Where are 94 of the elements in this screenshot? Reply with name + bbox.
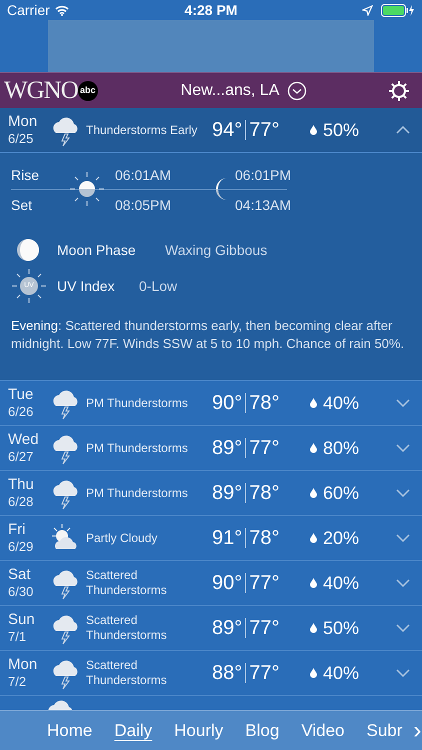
high-temp: 88° <box>212 661 242 686</box>
day-label: Fri <box>8 520 26 540</box>
raindrop-icon <box>310 533 317 543</box>
high-temp: 89° <box>212 436 242 461</box>
precip-chance: 40% <box>323 572 360 594</box>
high-temp: 91° <box>212 526 242 551</box>
high-temp: 94° <box>212 118 242 143</box>
uv-index-value: 0-Low <box>139 276 178 296</box>
day-label: Wed <box>8 430 40 450</box>
date-label: 6/27 <box>8 449 34 466</box>
low-temp: 78° <box>249 526 280 551</box>
raindrop-icon <box>310 668 317 678</box>
sun-icon <box>69 171 105 207</box>
day-label: Sat <box>8 566 32 584</box>
location-arrow-icon <box>362 4 373 16</box>
day-label: Mon <box>8 656 38 674</box>
nav-tab[interactable]: Video <box>290 718 356 744</box>
condition-label: PM Thunderstorms <box>85 440 189 456</box>
high-temp: 89° <box>212 481 242 506</box>
set-label: Set <box>11 196 32 215</box>
condition-label: PM Thunderstorms <box>85 486 189 500</box>
chevron-down-icon <box>396 444 410 452</box>
date-label: 6/28 <box>8 494 34 510</box>
condition-label: Partly Cloudy <box>85 530 158 546</box>
status-time: 4:28 PM <box>184 0 238 20</box>
condition-label: Scattered Thunderstorms <box>85 658 168 688</box>
precip-chance: 50% <box>323 616 360 640</box>
precip-chance: 50% <box>323 118 360 142</box>
raindrop-icon <box>310 125 317 135</box>
precip-chance: 40% <box>323 662 360 684</box>
low-temp: 77° <box>249 616 280 641</box>
chevron-down-icon <box>396 624 410 632</box>
location-selector[interactable]: New...ans, LA <box>124 78 384 102</box>
precip-chance: 80% <box>323 436 360 460</box>
low-temp: 77° <box>249 436 280 461</box>
day-label: Sun <box>8 610 36 630</box>
sunrise-time: 06:01AM <box>115 166 172 185</box>
date-label: 7/2 <box>8 674 28 690</box>
nav-tab[interactable]: Subr <box>356 718 414 744</box>
moon-phase-value: Waxing Gibbous <box>165 240 268 260</box>
precip-chance: 60% <box>323 482 360 504</box>
chevron-down-icon <box>396 579 410 587</box>
day-label: Mon <box>8 112 38 132</box>
high-temp: 90° <box>212 391 242 416</box>
uv-index-label: UV Index <box>57 276 116 296</box>
precip-chance: 40% <box>323 392 360 414</box>
date-label: 6/26 <box>8 404 34 420</box>
day-label: Tue <box>8 386 34 404</box>
moon-phase-icon <box>16 238 40 262</box>
condition-label: Thunderstorms Early <box>85 122 198 138</box>
nav-tab[interactable]: Blog <box>234 718 290 744</box>
battery-icon <box>381 4 415 16</box>
carrier-label: Carrier <box>7 0 50 20</box>
low-temp: 78° <box>249 391 280 416</box>
chevron-down-icon <box>396 489 410 497</box>
nav-tab[interactable]: Home <box>36 718 104 744</box>
raindrop-icon <box>310 578 317 588</box>
moon-phase-label: Moon Phase <box>57 240 137 260</box>
chevron-down-icon <box>396 399 410 407</box>
condition-label: PM Thunderstorms <box>85 396 189 410</box>
chevron-down-icon <box>396 534 410 542</box>
low-temp: 77° <box>249 661 280 686</box>
low-temp: 78° <box>249 481 280 506</box>
chevron-up-icon <box>396 126 410 134</box>
nav-more-button[interactable]: › <box>413 718 422 742</box>
wifi-icon <box>54 4 69 16</box>
nav-tab[interactable]: Daily <box>103 718 164 744</box>
rise-label: Rise <box>11 166 40 185</box>
high-temp: 89° <box>212 616 242 641</box>
raindrop-icon <box>310 443 317 453</box>
raindrop-icon <box>310 623 317 633</box>
station-logo: WGNO <box>4 76 78 106</box>
day-row[interactable]: Mon 6/25 Thunderstorms Early 94° 77° 50% <box>0 108 422 153</box>
condition-label: Scattered Thunderstorms <box>85 568 168 598</box>
condition-label: Scattered Thunderstorms <box>85 613 168 643</box>
chevron-circle-icon <box>287 80 308 100</box>
raindrop-icon <box>310 398 317 408</box>
date-label: 7/1 <box>8 629 28 646</box>
sunset-time: 08:05PM <box>115 196 172 215</box>
network-logo: abc <box>78 80 98 100</box>
low-temp: 77° <box>249 571 280 596</box>
date-label: 6/30 <box>8 584 34 600</box>
date-label: 6/25 <box>8 131 34 148</box>
moonset-time: 04:13AM <box>235 196 292 215</box>
high-temp: 90° <box>212 571 242 596</box>
forecast-text: Evening: Scattered thunderstorms early, then becoming clear after midnight. Low 77F. Winds SSW at 5 to 10 mph. Chance of rain 50%. <box>11 317 406 353</box>
day-label: Thu <box>8 476 35 494</box>
precip-chance: 20% <box>323 526 360 550</box>
nav-tab[interactable]: Hourly <box>163 718 234 744</box>
date-label: 6/29 <box>8 539 34 556</box>
moonrise-time: 06:01PM <box>235 166 292 185</box>
low-temp: 77° <box>249 118 280 143</box>
chevron-down-icon <box>396 669 410 677</box>
raindrop-icon <box>310 488 317 498</box>
